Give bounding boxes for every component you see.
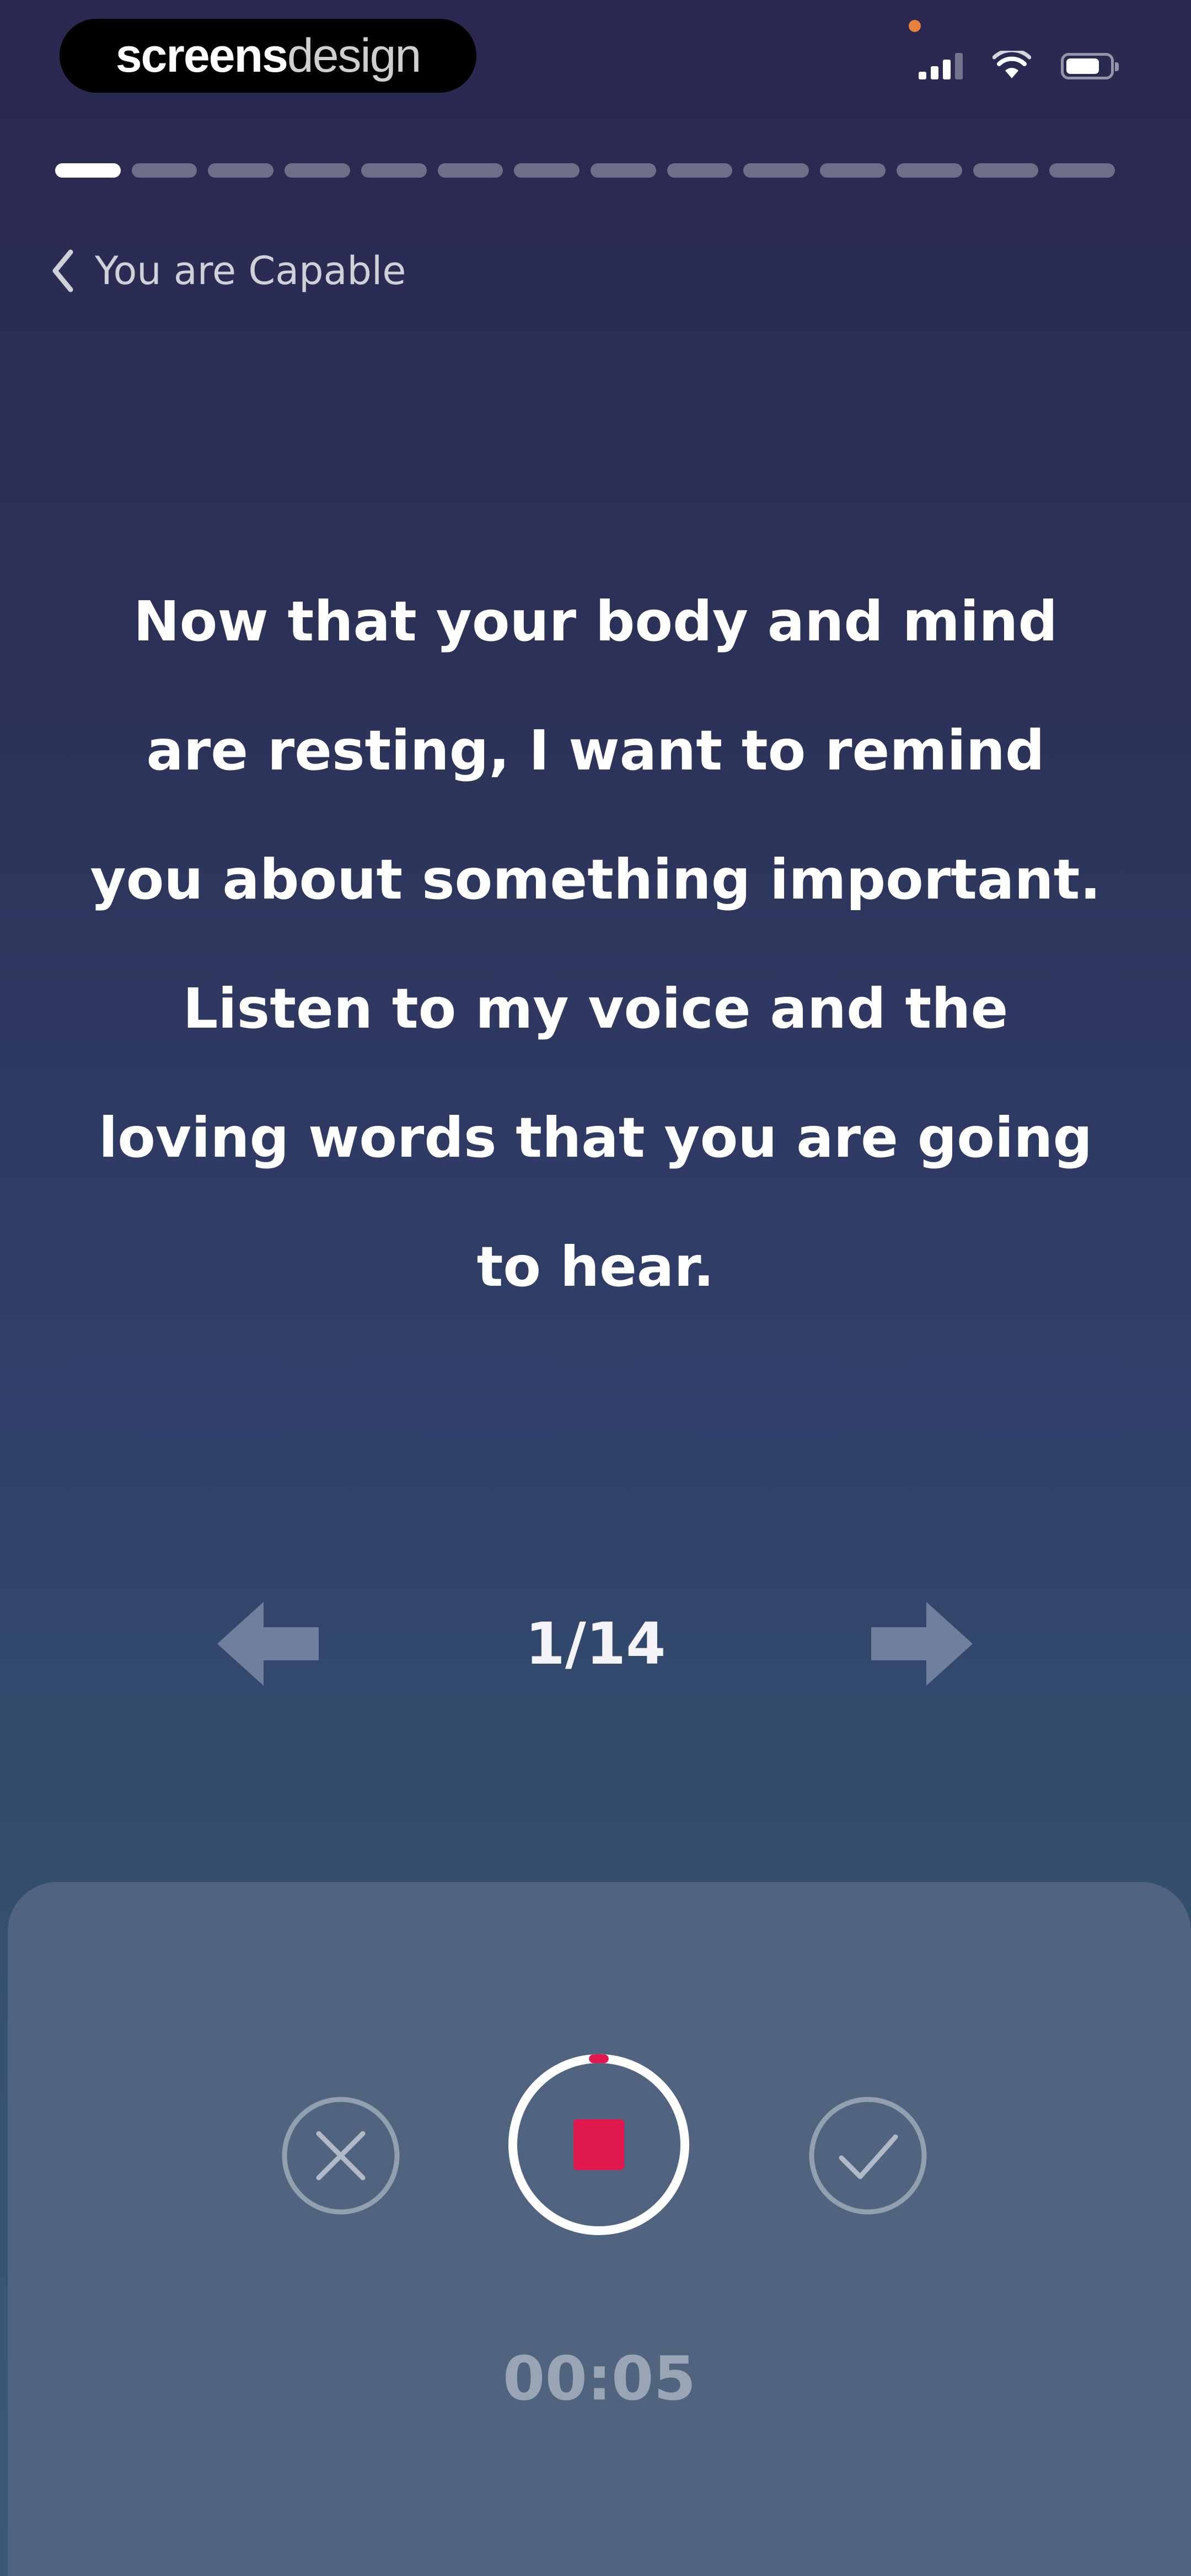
status-icons — [919, 51, 1119, 79]
affirmation-text: Now that your body and mind are resting,… — [90, 589, 1101, 1299]
arrow-left-icon[interactable] — [213, 1589, 323, 1699]
checkmark-icon — [839, 2134, 898, 2179]
recorder-panel: 00:05 — [8, 1882, 1191, 2576]
recording-timer: 00:05 — [502, 2343, 696, 2414]
watermark-text-bold: screens — [115, 29, 288, 82]
progress-segment — [285, 163, 350, 178]
progress-segment — [591, 163, 656, 178]
watermark-text-light: design — [287, 29, 421, 82]
pager: 1/14 — [0, 1589, 1191, 1699]
progress-segment — [667, 163, 733, 178]
progress-segment — [514, 163, 580, 178]
wifi-icon — [993, 51, 1031, 78]
stop-icon — [573, 2119, 624, 2170]
progress-segment — [131, 163, 197, 178]
back-button[interactable]: You are Capable — [51, 248, 406, 293]
progress-segment — [1049, 163, 1115, 178]
privacy-indicator-dot — [909, 20, 921, 32]
close-icon — [316, 2131, 366, 2180]
progress-segment — [208, 163, 274, 178]
progress-segment — [743, 163, 809, 178]
back-button-label: You are Capable — [95, 248, 406, 293]
progress-segment — [973, 163, 1039, 178]
battery-icon — [1061, 53, 1119, 79]
screensdesign-watermark: screens design — [60, 19, 476, 93]
cancel-button[interactable] — [275, 2089, 407, 2222]
progress-segment — [55, 163, 121, 178]
progress-segment — [896, 163, 962, 178]
page-counter: 1/14 — [525, 1610, 666, 1677]
stop-recording-button[interactable] — [500, 2045, 698, 2244]
confirm-button[interactable] — [802, 2089, 934, 2222]
progress-segment — [361, 163, 427, 178]
signal-icon — [919, 53, 963, 79]
chevron-left-icon — [52, 249, 73, 292]
progress-segment — [820, 163, 886, 178]
story-progress-bar — [55, 163, 1115, 178]
arrow-right-icon[interactable] — [867, 1589, 977, 1699]
progress-segment — [437, 163, 503, 178]
status-bar: screens design — [0, 0, 1191, 121]
